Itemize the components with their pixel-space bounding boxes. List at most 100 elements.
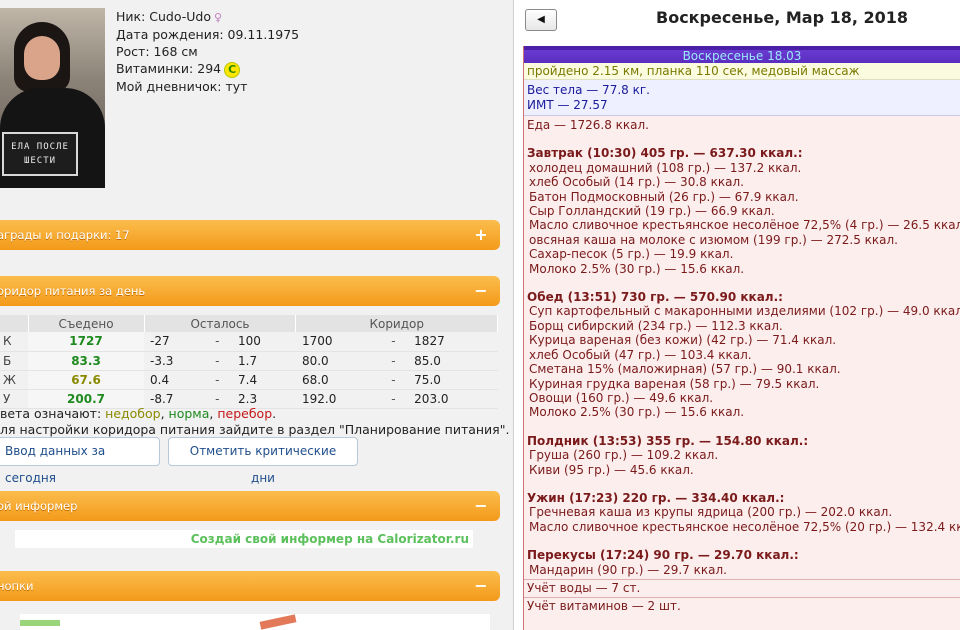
food-item: Курица вареная (без кожи) (42 гр.) — 71.… [529, 333, 837, 348]
profile-photo[interactable]: ЕЛА ПОСЛЕ ШЕСТИ [0, 8, 105, 188]
food-item: Молоко 2.5% (30 гр.) — 15.6 ккал. [529, 405, 745, 420]
food-item: Молоко 2.5% (30 гр.) — 15.6 ккал. [529, 261, 745, 276]
food-diary: Воскресенье 18.03 пройдено 2.15 км, план… [523, 46, 960, 630]
meal-spacer [527, 132, 957, 146]
table-header-row: Съедено Осталось Коридор [0, 315, 498, 332]
food-item: Сахар-песок (5 гр.) — 19.9 ккал. [529, 247, 734, 262]
remaining-separator: - [209, 351, 232, 371]
nick-label: Ник: [116, 9, 146, 24]
remaining-from: -3.3 [144, 351, 210, 371]
legend-comma-1: , [160, 406, 169, 421]
vitamin-c-icon[interactable]: C [224, 62, 241, 78]
remaining-separator: - [209, 332, 232, 352]
previous-day-button[interactable]: ◀ [525, 9, 557, 31]
buttons-panel-header[interactable]: нопки − [0, 571, 500, 601]
diary-body-metrics: Вес тела — 77.8 кг. ИМТ — 27.57 [524, 80, 960, 116]
food-item: Масло сливочное крестьянское несолёное 7… [529, 519, 960, 534]
input-today-button[interactable]: Ввод данных за сегодня [0, 437, 160, 485]
button-image-green[interactable] [20, 620, 60, 626]
corridor-separator: - [385, 332, 409, 352]
meal-title: Полдник (13:53) 355 гр. — 154.80 ккал.: [527, 433, 809, 448]
button-image-red[interactable] [259, 614, 297, 630]
diary-link[interactable]: тут [225, 79, 247, 94]
legend-prefix: вета означают: [0, 406, 106, 421]
food-item: овсяная каша на молоке с изюмом (199 гр.… [529, 232, 898, 247]
remaining-to: 100 [232, 332, 296, 352]
body-bmi: ИМТ — 27.57 [527, 98, 608, 112]
right-column: ◀ Воскресенье, Мар 18, 2018 Воскресенье … [519, 0, 960, 630]
collapse-icon[interactable]: − [470, 495, 492, 517]
informer-panel-header[interactable]: ой информер − [0, 491, 500, 521]
table-header-corridor: Коридор [295, 315, 498, 332]
food-item: хлеб Особый (47 гр.) — 103.4 ккал. [529, 347, 752, 362]
color-legend: вета означают: недобор, норма, перебор. … [0, 406, 509, 438]
height-label: Рост: [116, 44, 150, 59]
corridor-from: 68.0 [295, 370, 386, 390]
food-item: Сметана 15% (маложирная) (57 гр.) — 90.1… [529, 362, 841, 377]
corridor-to: 1827 [408, 332, 498, 352]
awards-panel-title: аграды и подарки: 17 [0, 228, 130, 242]
collapse-icon[interactable]: − [470, 280, 492, 302]
vitamins-value: 294 [197, 61, 222, 76]
food-item: хлеб Особый (14 гр.) — 30.8 ккал. [529, 175, 744, 190]
meal-title: Завтрак (10:30) 405 гр. — 637.30 ккал.: [527, 146, 803, 161]
nutrient-label: К [0, 332, 28, 352]
food-item: Сыр Голландский (19 гр.) — 66.9 ккал. [529, 204, 775, 219]
buttons-panel-title: нопки [0, 579, 34, 593]
female-icon: ♀ [214, 11, 223, 24]
corridor-panel-header[interactable]: оридор питания за день − [0, 276, 500, 306]
nutrient-label: Б [0, 351, 28, 371]
meal-spacer [527, 534, 957, 548]
table-header-remaining: Осталось [144, 315, 297, 332]
eaten-value: 67.6 [28, 370, 144, 390]
remaining-separator: - [209, 370, 232, 390]
corridor-panel-title: оридор питания за день [0, 284, 146, 298]
corridor-from: 80.0 [295, 351, 386, 371]
legend-line-2: ля настройки коридора питания зайдите в … [0, 422, 510, 437]
corridor-to: 85.0 [408, 351, 498, 371]
birth-label: Дата рождения: [116, 27, 224, 42]
informer-link[interactable]: Создай свой информер на Calorizator.ru [15, 530, 473, 548]
food-item: Масло сливочное крестьянское несолёное 7… [529, 218, 960, 233]
legend-norm: норма [168, 406, 210, 421]
corridor-to: 75.0 [408, 370, 498, 390]
page-title: Воскресенье, Мар 18, 2018 [656, 8, 909, 27]
meal-spacer [527, 276, 957, 290]
meal-spacer [527, 477, 957, 491]
profile-info: Ник: Cudo-Udo ♀ Дата рождения: 09.11.1975… [116, 8, 299, 95]
table-row: Ж 67.6 0.4-7.4 68.0-75.0 [0, 370, 498, 390]
diary-activity: пройдено 2.15 км, планка 110 сек, медовы… [524, 63, 960, 80]
remaining-to: 1.7 [232, 351, 296, 371]
vitamins-record: Учёт витаминов — 2 шт. [524, 596, 960, 615]
nutrition-corridor-table: Съедено Осталось Коридор К 1727 -27-100 170… [0, 315, 498, 409]
meal-title: Обед (13:51) 730 гр. — 570.90 ккал.: [527, 290, 783, 305]
expand-icon[interactable]: + [470, 224, 492, 246]
diary-food-section: Еда — 1726.8 ккал. Завтрак (10:30) 405 г… [524, 116, 960, 579]
diary-day-header: Воскресенье 18.03 [524, 46, 960, 63]
height-row: Рост: 168 см [116, 43, 299, 60]
remaining-from: -27 [144, 332, 210, 352]
awards-panel-header[interactable]: аграды и подарки: 17 + [0, 220, 500, 250]
food-item: холодец домашний (108 гр.) — 137.2 ккал. [529, 160, 802, 175]
nick-value: Cudo-Udo [149, 9, 211, 24]
corridor-separator: - [385, 370, 409, 390]
food-item: Киви (95 гр.) — 45.6 ккал. [529, 462, 694, 477]
critical-days-button[interactable]: Отметить критические дни [168, 437, 358, 485]
birth-row: Дата рождения: 09.11.1975 [116, 26, 299, 43]
height-value: 168 см [153, 44, 198, 59]
corridor-from: 1700 [295, 332, 386, 352]
eaten-value: 83.3 [28, 351, 144, 371]
birth-value: 09.11.1975 [227, 27, 300, 42]
left-column: ЕЛА ПОСЛЕ ШЕСТИ Ник: Cudo-Udo ♀ Дата рожд… [0, 0, 514, 630]
food-item: Овощи (160 гр.) — 49.6 ккал. [529, 390, 714, 405]
collapse-icon[interactable]: − [470, 575, 492, 597]
diary-label: Мой дневничок: [116, 79, 222, 94]
food-item: Мандарин (90 гр.) — 29.7 ккал. [529, 562, 727, 577]
diary-row: Мой дневничок: тут [116, 78, 299, 95]
food-item: Суп картофельный с макаронными изделиями… [529, 304, 960, 319]
legend-line-1: вета означают: недобор, норма, перебор. [0, 406, 509, 422]
nutrient-label: Ж [0, 370, 28, 390]
meal-spacer [527, 420, 957, 434]
meal-title: Перекусы (17:24) 90 гр. — 29.70 ккал.: [527, 548, 799, 563]
photo-face [24, 36, 60, 80]
